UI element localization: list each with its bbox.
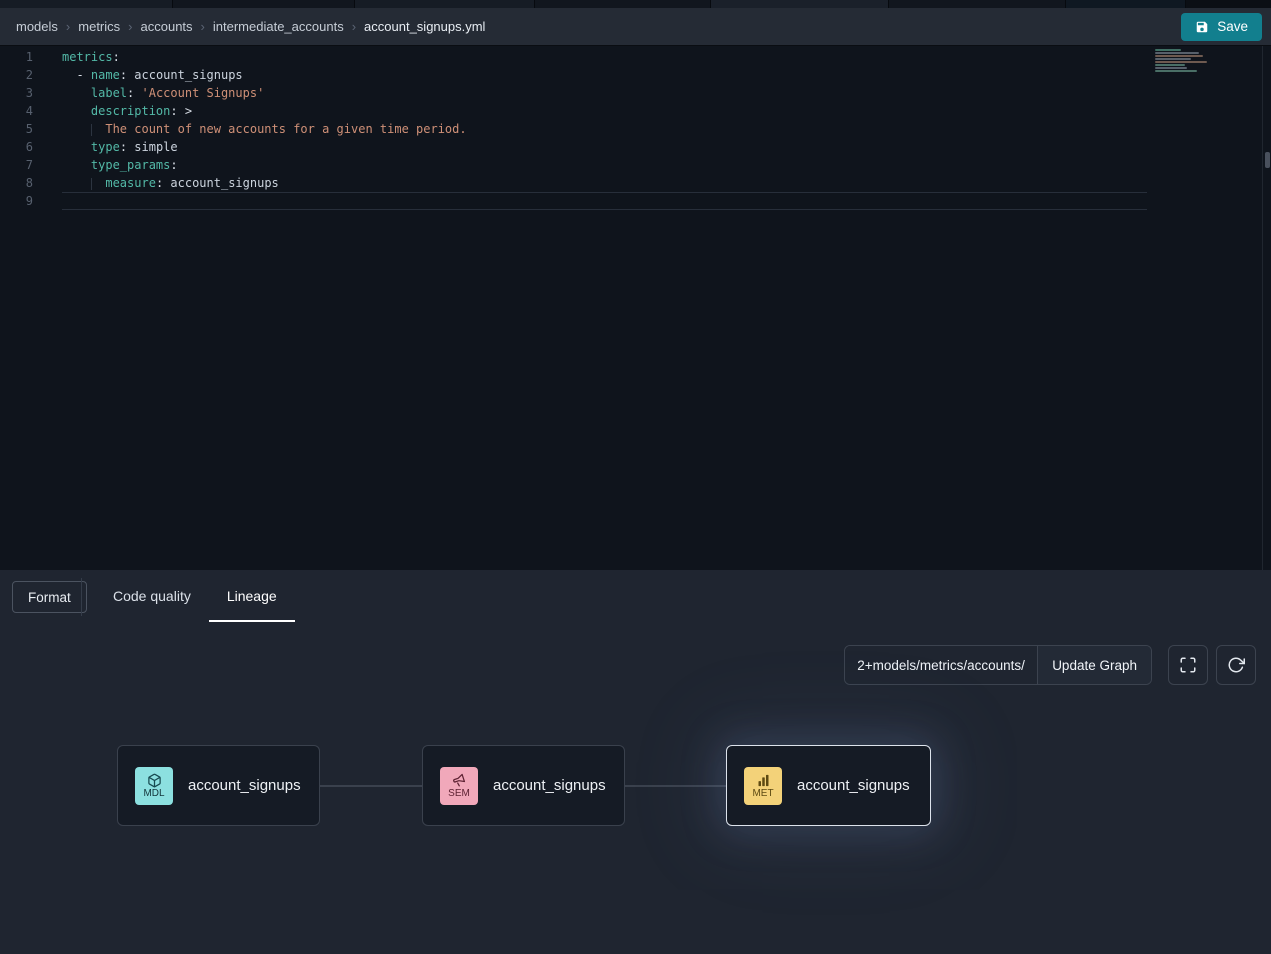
line-number: 4	[0, 102, 33, 120]
save-icon	[1195, 20, 1209, 34]
code-text	[62, 192, 1147, 210]
editor-tab[interactable]	[1066, 0, 1186, 8]
scrollbar-thumb[interactable]	[1265, 152, 1270, 168]
code-text: type: simple	[62, 138, 1147, 156]
code-line[interactable]: 2 - name: account_signups	[0, 66, 1271, 84]
tab-code-quality[interactable]: Code quality	[95, 570, 209, 622]
breadcrumb-item[interactable]: metrics	[78, 19, 120, 34]
lineage-edge	[320, 785, 422, 787]
code-line[interactable]: 4 description: >	[0, 102, 1271, 120]
code-line[interactable]: 6 type: simple	[0, 138, 1271, 156]
code-line[interactable]: 9	[0, 192, 1271, 210]
editor-tab[interactable]	[711, 0, 889, 8]
editor-tab[interactable]	[535, 0, 711, 8]
code-line[interactable]: 3 label: 'Account Signups'	[0, 84, 1271, 102]
save-button[interactable]: Save	[1181, 13, 1262, 41]
editor-scrollbar[interactable]	[1262, 46, 1271, 570]
editor-tab[interactable]	[173, 0, 355, 8]
minimap-line	[1155, 52, 1199, 54]
minimap[interactable]	[1155, 49, 1213, 77]
cube-icon	[147, 773, 162, 788]
code-text: metrics:	[62, 48, 1147, 66]
save-button-label: Save	[1217, 19, 1248, 34]
line-number: 7	[0, 156, 33, 174]
code-line[interactable]: 8 measure: account_signups	[0, 174, 1271, 192]
model-badge: MDL	[135, 767, 173, 805]
line-number: 9	[0, 192, 33, 210]
line-number: 3	[0, 84, 33, 102]
code-text: - name: account_signups	[62, 66, 1147, 84]
megaphone-icon	[452, 773, 467, 788]
chevron-right-icon: ›	[352, 19, 356, 34]
editor-tab[interactable]	[0, 0, 173, 8]
editor-tab[interactable]	[1186, 0, 1271, 8]
line-number: 5	[0, 120, 33, 138]
breadcrumb-bar: models › metrics › accounts › intermedia…	[0, 8, 1271, 46]
editor-tab-strip	[0, 0, 1271, 8]
editor-tab[interactable]	[355, 0, 535, 8]
minimap-line	[1155, 61, 1207, 63]
node-label: account_signups	[493, 777, 606, 794]
breadcrumb-item[interactable]: models	[16, 19, 58, 34]
semantic-badge: SEM	[440, 767, 478, 805]
minimap-line	[1155, 64, 1185, 66]
code-lines: 1metrics:2 - name: account_signups3 labe…	[0, 46, 1271, 210]
bar-chart-icon	[756, 773, 771, 788]
refresh-icon	[1227, 656, 1245, 674]
breadcrumb-item[interactable]: accounts	[141, 19, 193, 34]
line-number: 2	[0, 66, 33, 84]
code-editor[interactable]: 1metrics:2 - name: account_signups3 labe…	[0, 46, 1271, 570]
node-label: account_signups	[797, 777, 910, 794]
minimap-line	[1155, 70, 1197, 72]
lineage-node-metric[interactable]: MET account_signups	[726, 745, 931, 826]
lineage-selector-input[interactable]	[845, 646, 1037, 684]
lineage-edge	[625, 785, 726, 787]
semantic-badge-label: SEM	[448, 789, 470, 799]
code-text: description: >	[62, 102, 1147, 120]
editor-tab[interactable]	[889, 0, 1066, 8]
chevron-right-icon: ›	[128, 19, 132, 34]
code-text: type_params:	[62, 156, 1147, 174]
fullscreen-button[interactable]	[1168, 645, 1208, 685]
bottom-panel: Format Code quality Lineage Update Graph	[0, 570, 1271, 954]
format-button[interactable]: Format	[12, 581, 87, 613]
code-line[interactable]: 5 The count of new accounts for a given …	[0, 120, 1271, 138]
minimap-line	[1155, 67, 1187, 69]
lineage-node-model[interactable]: MDL account_signups	[117, 745, 320, 826]
code-line[interactable]: 1 metrics:	[0, 48, 1271, 66]
code-line[interactable]: 7 type_params:	[0, 156, 1271, 174]
model-badge-label: MDL	[143, 789, 164, 799]
tab-lineage[interactable]: Lineage	[209, 570, 295, 622]
update-graph-button[interactable]: Update Graph	[1037, 646, 1151, 684]
lineage-selector-group: Update Graph	[844, 645, 1152, 685]
line-number: 8	[0, 174, 33, 192]
code-text: The count of new accounts for a given ti…	[62, 120, 1147, 138]
minimap-line	[1155, 49, 1181, 51]
fullscreen-icon	[1179, 656, 1197, 674]
minimap-line	[1155, 55, 1203, 57]
breadcrumb-item[interactable]: intermediate_accounts	[213, 19, 344, 34]
line-number: 6	[0, 138, 33, 156]
code-text: label: 'Account Signups'	[62, 84, 1147, 102]
lineage-node-semantic-model[interactable]: SEM account_signups	[422, 745, 625, 826]
refresh-button[interactable]	[1216, 645, 1256, 685]
chevron-right-icon: ›	[66, 19, 70, 34]
panel-divider	[81, 578, 82, 616]
panel-tabs: Code quality Lineage	[95, 570, 295, 622]
breadcrumb-item-filename[interactable]: account_signups.yml	[364, 19, 485, 34]
minimap-line	[1155, 58, 1191, 60]
chevron-right-icon: ›	[201, 19, 205, 34]
metric-badge: MET	[744, 767, 782, 805]
code-text: measure: account_signups	[62, 174, 1147, 192]
node-label: account_signups	[188, 777, 301, 794]
metric-badge-label: MET	[752, 789, 773, 799]
line-number: 1	[0, 48, 33, 66]
